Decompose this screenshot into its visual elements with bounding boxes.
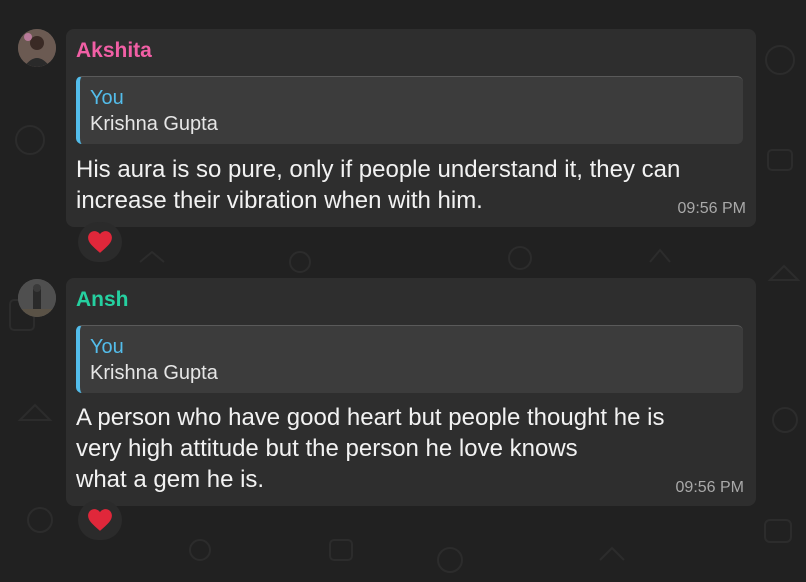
quoted-message[interactable]: You Krishna Gupta	[76, 325, 743, 393]
sender-name[interactable]: Akshita	[76, 39, 152, 63]
message-time: 09:56 PM	[675, 479, 744, 496]
message-text: A person who have good heart but people …	[76, 404, 665, 493]
quote-text: Krishna Gupta	[90, 362, 218, 384]
avatar[interactable]	[18, 279, 56, 317]
sender-name[interactable]: Ansh	[76, 288, 129, 312]
quote-author: You	[90, 87, 124, 109]
quote-author: You	[90, 336, 124, 358]
message-time: 09:56 PM	[677, 200, 746, 217]
avatar-image	[18, 29, 56, 67]
message-bubble: Ansh You Krishna Gupta A person who have…	[66, 278, 756, 506]
reaction-badge[interactable]	[78, 222, 122, 262]
avatar-image	[18, 279, 56, 317]
quoted-message[interactable]: You Krishna Gupta	[76, 76, 743, 144]
message-text: His aura is so pure, only if people unde…	[76, 156, 681, 214]
reaction-badge[interactable]	[78, 500, 122, 540]
message-bubble: Akshita You Krishna Gupta His aura is so…	[66, 29, 756, 227]
heart-icon	[88, 231, 112, 253]
quote-text: Krishna Gupta	[90, 113, 218, 135]
avatar[interactable]	[18, 29, 56, 67]
heart-icon	[88, 509, 112, 531]
